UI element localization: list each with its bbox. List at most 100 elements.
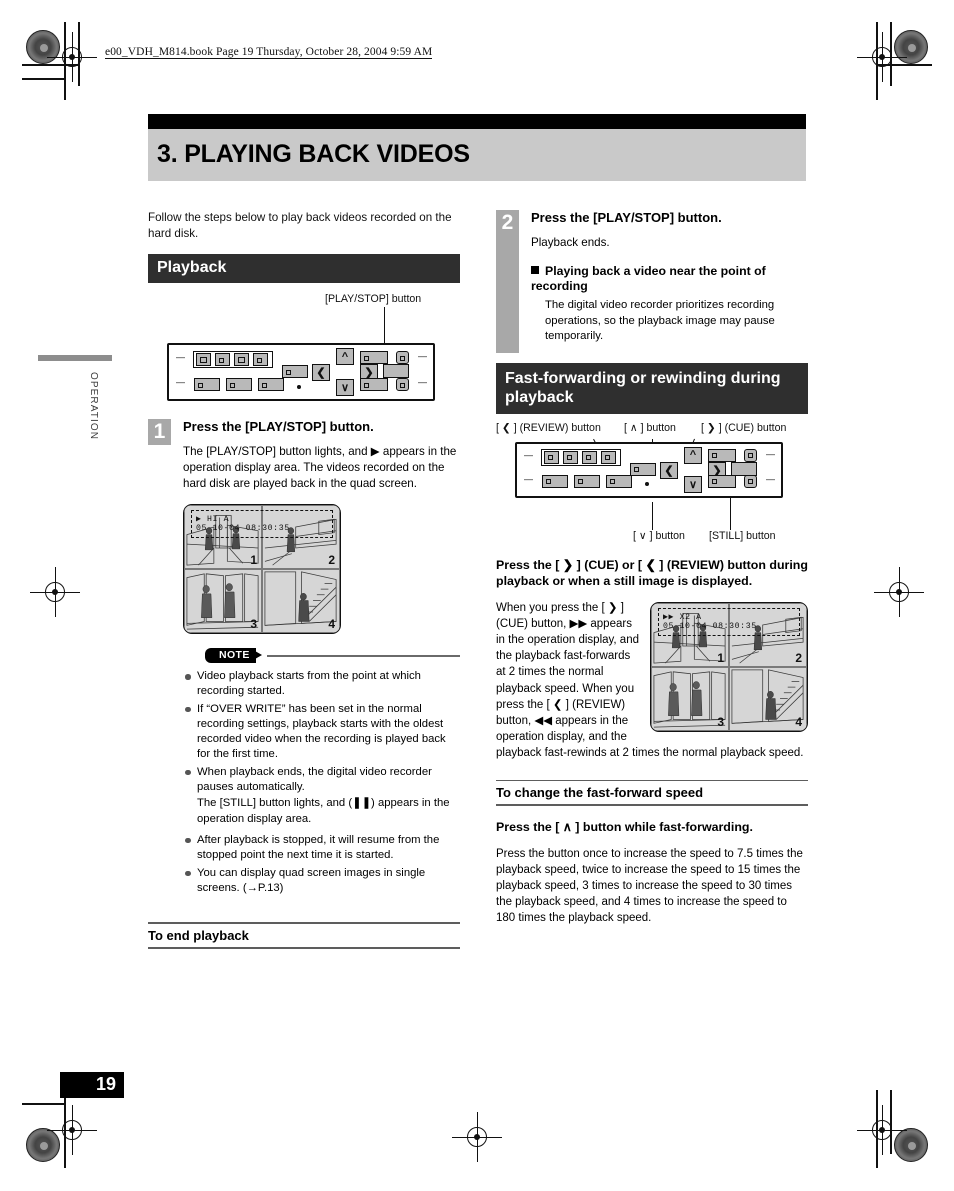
record-button-bottom[interactable] xyxy=(396,378,409,391)
callout-review-button: [ ❮ ] (REVIEW) button xyxy=(496,421,601,434)
up-arrow-button-2[interactable]: ^ xyxy=(684,446,702,464)
camera-1-button[interactable] xyxy=(196,353,211,366)
up-arrow-button[interactable]: ^ xyxy=(336,348,354,365)
camera-2-button[interactable] xyxy=(215,353,230,366)
quad-ff-cell-1-number: 1 xyxy=(717,650,724,665)
note-item: After playback is stopped, it will resum… xyxy=(183,833,460,864)
note-item: If “OVER WRITE” has been set in the norm… xyxy=(183,702,460,763)
registration-mark-right-mid xyxy=(874,567,924,617)
left-column: Follow the steps below to play back vide… xyxy=(148,210,460,949)
right-column: 2 Press the [PLAY/STOP] button. Playback… xyxy=(496,210,808,926)
panel-tick-left-bottom: — xyxy=(176,377,185,387)
camera-2-button-2[interactable] xyxy=(563,450,578,464)
registration-mark-top-left xyxy=(47,32,97,82)
quad-screen-playback: ▶ HI A 05-10-04 08:30:35 1 2 3 4 xyxy=(183,504,341,634)
camera-4-button-2[interactable] xyxy=(601,450,616,464)
enter-button-2[interactable] xyxy=(731,461,757,476)
function-button-1-2[interactable] xyxy=(542,474,568,488)
book-file-header: e00_VDH_M814.book Page 19 Thursday, Octo… xyxy=(105,46,433,59)
bullet-square-icon xyxy=(531,266,539,274)
registration-mark-left-mid xyxy=(30,567,80,617)
function-button-3[interactable] xyxy=(258,378,284,391)
step-1: 1 Press the [PLAY/STOP] button. The [PLA… xyxy=(148,419,460,896)
play-stop-button-2[interactable] xyxy=(708,448,736,462)
function-button-2[interactable] xyxy=(226,378,252,391)
callout-up-button: [ ∧ ] button xyxy=(624,421,676,434)
step-2-sub-body: The digital video recorder prioritizes r… xyxy=(545,299,775,342)
note-sub-text: The [STILL] button lights, and (❚❚) appe… xyxy=(197,797,450,825)
note-label: NOTE xyxy=(213,648,256,663)
callout-down-button: [ ∨ ] button xyxy=(633,529,685,542)
page-number: 19 xyxy=(95,1074,116,1094)
panel-tick-right-bottom: — xyxy=(418,377,427,387)
down-arrow-button[interactable]: ∨ xyxy=(336,379,354,396)
crop-line-bottom-left-vertical xyxy=(64,1090,66,1168)
speed-change-instruction: Press the [ ∧ ] button while fast-forwar… xyxy=(496,820,753,835)
registration-blob-bottom-right xyxy=(894,1128,928,1162)
quad-cell-4[interactable]: 4 xyxy=(262,569,340,633)
enter-button[interactable] xyxy=(383,364,409,378)
fast-forward-explainer: ▶▶ X2 A 05-10-04 08:30:35 1 2 3 4 When y… xyxy=(496,600,808,762)
record-button-top-2[interactable] xyxy=(744,448,757,462)
left-arrow-button[interactable]: ❮ xyxy=(312,364,330,381)
quad-ff-cell-3-number: 3 xyxy=(717,714,724,729)
play-stop-button[interactable] xyxy=(360,351,388,364)
book-file-header-text: e00_VDH_M814.book Page 19 Thursday, Octo… xyxy=(105,46,433,59)
side-tab-rule xyxy=(38,355,112,361)
osd-line-2: 05-10-04 08:30:35 xyxy=(196,524,290,533)
review-left-arrow-button[interactable]: ❮ xyxy=(660,461,678,479)
record-button-bottom-2[interactable] xyxy=(744,474,757,488)
down-arrow-button-2[interactable]: ∨ xyxy=(684,475,702,493)
osd-overlay-fast-forward: ▶▶ X2 A 05-10-04 08:30:35 xyxy=(658,607,800,636)
note-list-continued: After playback is stopped, it will resum… xyxy=(183,833,460,896)
still-button[interactable] xyxy=(360,378,388,391)
record-button-top[interactable] xyxy=(396,351,409,364)
step-1-number: 1 xyxy=(148,419,171,445)
crop-line-bottom-right-vertical-2 xyxy=(890,1090,892,1154)
panel-tick-left-top: — xyxy=(176,352,185,362)
registration-mark-bottom-right xyxy=(857,1105,907,1155)
step-1-title: Press the [PLAY/STOP] button. xyxy=(183,419,374,434)
function-button-1[interactable] xyxy=(194,378,220,391)
callout-still-button: [STILL] button xyxy=(709,529,776,542)
to-end-playback-heading: To end playback xyxy=(148,922,460,949)
panel-indicator-dot xyxy=(297,385,301,389)
panel-tick-right-top: — xyxy=(418,351,427,361)
function-button-3-2[interactable] xyxy=(606,474,632,488)
speed-heading-rule-bottom xyxy=(496,804,808,807)
quad-cell-2-number: 2 xyxy=(328,553,335,567)
quad-ff-cell-4[interactable]: 4 xyxy=(729,666,807,731)
playback-panel-diagram: [PLAY/STOP] button — — ❮ ^ ∨ ❯ — — xyxy=(148,293,460,403)
menu-button[interactable] xyxy=(282,365,308,378)
camera-4-button[interactable] xyxy=(253,353,268,366)
leader-still xyxy=(730,495,732,530)
page-title: 3. PLAYING BACK VIDEOS xyxy=(157,140,470,168)
speed-change-body: Press the button once to increase the sp… xyxy=(496,847,803,924)
section-header-playback: Playback xyxy=(148,254,460,283)
quad-ff-cell-3[interactable]: 3 xyxy=(651,666,729,731)
crop-line-bottom-right-vertical xyxy=(876,1090,878,1168)
step-2-number: 2 xyxy=(496,210,519,353)
function-button-2-2[interactable] xyxy=(574,474,600,488)
quad-cell-3[interactable]: 3 xyxy=(184,569,262,633)
heading-rule-bottom xyxy=(148,946,460,949)
quad-cell-4-number: 4 xyxy=(328,617,335,631)
still-button-2[interactable] xyxy=(708,474,736,488)
crop-line-top-right-vertical-2 xyxy=(890,22,892,86)
callout-cue-button: [ ❯ ] (CUE) button xyxy=(701,421,787,434)
note-item: When playback ends, the digital video re… xyxy=(183,765,460,796)
step-2-title: Press the [PLAY/STOP] button. xyxy=(531,210,722,225)
camera-3-button[interactable] xyxy=(234,353,249,366)
callout-play-stop-button: [PLAY/STOP] button xyxy=(325,293,422,305)
leader-down xyxy=(652,501,654,530)
camera-1-button-2[interactable] xyxy=(544,450,559,464)
cue-review-instruction: Press the [ ❯ ] (CUE) or [ ❮ ] (REVIEW) … xyxy=(496,557,808,589)
registration-mark-top-right xyxy=(857,32,907,82)
note-header: NOTE xyxy=(183,648,460,663)
registration-mark-bottom-center xyxy=(452,1112,502,1162)
menu-button-2[interactable] xyxy=(630,462,656,476)
side-tab-label: OPERATION xyxy=(88,372,99,441)
note-item: You can display quad screen images in si… xyxy=(183,866,460,897)
camera-3-button-2[interactable] xyxy=(582,450,597,464)
quad-cell-1-number: 1 xyxy=(250,553,257,567)
